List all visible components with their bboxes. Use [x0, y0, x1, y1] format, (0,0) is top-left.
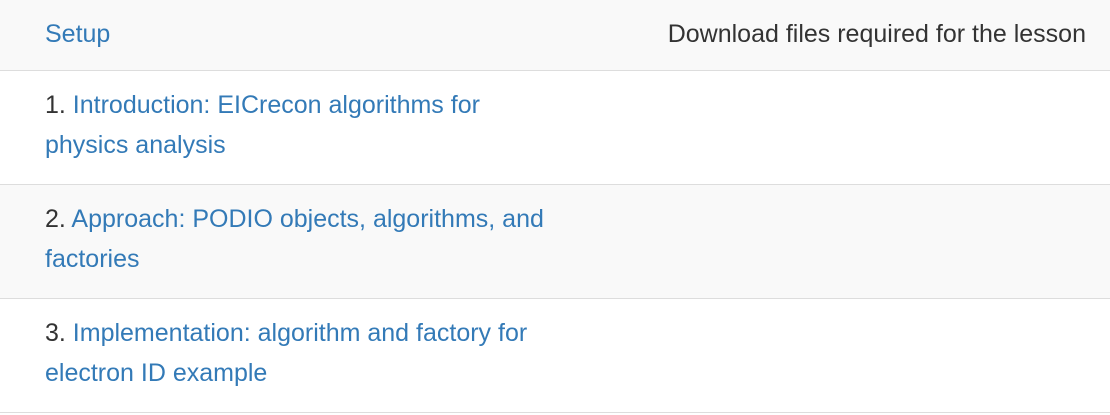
setup-link[interactable]: Setup — [45, 20, 110, 48]
episode-number: 1. — [45, 91, 73, 119]
schedule-row-episode-1: 1. Introduction: EICrecon algorithms for… — [0, 70, 1110, 185]
episode-title-cell: Setup — [0, 0, 560, 71]
episode-2-link[interactable]: Approach: PODIO objects, algorithms, and… — [45, 205, 544, 273]
episode-description-cell — [560, 70, 1110, 185]
schedule-row-episode-2: 2. Approach: PODIO objects, algorithms, … — [0, 184, 1110, 299]
episode-3-description — [560, 299, 1110, 313]
episode-3-link[interactable]: Implementation: algorithm and factory fo… — [45, 319, 527, 387]
episode-1-link[interactable]: Introduction: EICrecon algorithms for ph… — [45, 91, 480, 159]
schedule-row-setup: Setup Download files required for the le… — [0, 0, 1110, 71]
episode-2-description — [560, 185, 1110, 199]
episode-number: 3. — [45, 319, 73, 347]
episode-description-cell — [560, 298, 1110, 413]
setup-description: Download files required for the lesson — [667, 20, 1086, 48]
episode-title-cell: 3. Implementation: algorithm and factory… — [0, 298, 560, 413]
episode-1-description — [560, 71, 1110, 85]
lesson-schedule-table: Setup Download files required for the le… — [0, 0, 1110, 413]
episode-number: 2. — [45, 205, 72, 233]
episode-description-cell — [560, 184, 1110, 299]
schedule-row-episode-3: 3. Implementation: algorithm and factory… — [0, 298, 1110, 413]
episode-title-cell: 2. Approach: PODIO objects, algorithms, … — [0, 184, 560, 299]
episode-title-cell: 1. Introduction: EICrecon algorithms for… — [0, 70, 560, 185]
episode-description-cell: Download files required for the lesson — [560, 0, 1110, 71]
